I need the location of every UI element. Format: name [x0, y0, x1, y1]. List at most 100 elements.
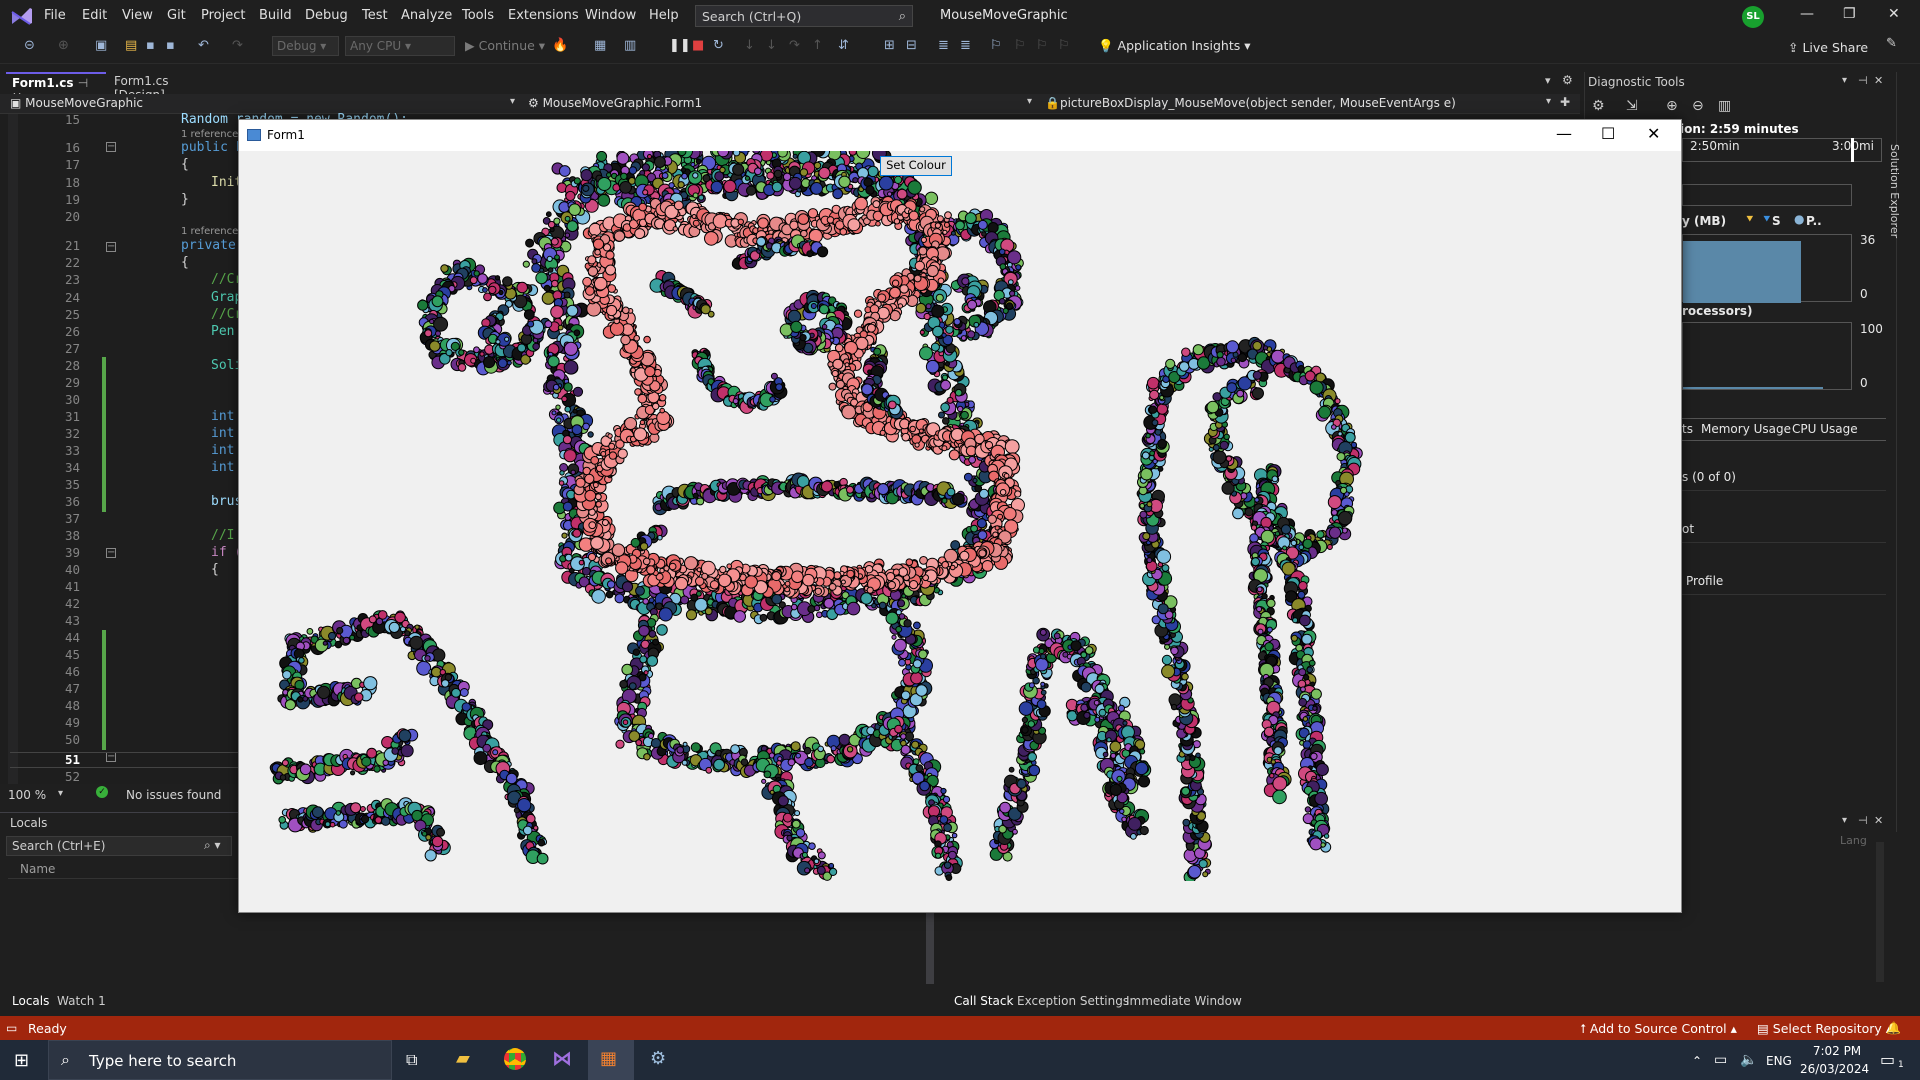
zoom-out-icon[interactable]: ⊖ [1692, 98, 1704, 114]
form1-minimize-icon[interactable]: — [1556, 124, 1572, 143]
minimize-icon[interactable]: — [1800, 6, 1814, 22]
locals-name-column-header[interactable]: Name [20, 862, 55, 876]
tab-exception-settings[interactable]: Exception Settings [1017, 994, 1129, 1008]
zoom-in-icon[interactable]: ⊕ [1666, 98, 1678, 114]
chevron-down-icon[interactable]: ▾ [510, 96, 515, 107]
codelens-reference[interactable]: 1 reference [181, 129, 238, 140]
tab-overflow-icon[interactable]: ▾ [1545, 74, 1551, 87]
chevron-down-icon[interactable]: ▾ [1842, 75, 1847, 86]
chevron-down-icon[interactable]: ▾ [1546, 96, 1551, 107]
menu-extensions[interactable]: Extensions [508, 8, 579, 23]
save-all-icon[interactable]: ▪ [166, 38, 175, 53]
outdent-icon[interactable]: ≣ [938, 38, 949, 53]
profile-button[interactable]: Profile [1686, 574, 1723, 588]
menu-window[interactable]: Window [585, 8, 636, 23]
collapse-icon[interactable]: − [106, 142, 116, 152]
tab-locals[interactable]: Locals [12, 994, 49, 1008]
undo-icon[interactable]: ↶ [198, 38, 209, 53]
cpu-chart[interactable] [1682, 322, 1852, 390]
stop-icon[interactable]: ■ [692, 38, 704, 53]
redo-icon[interactable]: ↷ [232, 38, 243, 53]
pin-icon[interactable]: ⊣ [1858, 814, 1868, 827]
configuration-dropdown[interactable]: Debug ▾ [272, 36, 339, 56]
tab-immediate-window[interactable]: Immediate Window [1126, 994, 1242, 1008]
zoom-level[interactable]: 100 % [8, 788, 46, 802]
pin-icon[interactable]: ⊣ [78, 76, 88, 90]
clear-bookmarks-icon[interactable]: ⚐ [1058, 38, 1070, 53]
menu-debug[interactable]: Debug [305, 8, 348, 23]
next-bookmark-icon[interactable]: ⚐ [1036, 38, 1048, 53]
avatar[interactable]: SL [1742, 6, 1764, 28]
bookmark-icon[interactable]: ⚐ [990, 38, 1002, 53]
settings-icon[interactable]: ⚙ [1592, 98, 1605, 114]
pin-icon[interactable]: ⊣ [1858, 74, 1868, 87]
tab-form1-cs[interactable]: Form1.cs ⊣ ✕ [6, 72, 106, 104]
scrollbar[interactable] [926, 912, 934, 984]
platform-dropdown[interactable]: Any CPU ▾ [345, 36, 455, 56]
pause-icon[interactable]: ❚❚ [669, 38, 691, 53]
restart-icon[interactable]: ↻ [713, 38, 724, 53]
issues-status[interactable]: No issues found [126, 788, 221, 802]
locals-search-input[interactable]: Search (Ctrl+E) [6, 836, 232, 856]
nav-project-dropdown[interactable]: ▣ MouseMoveGraphic [10, 96, 143, 110]
close-icon[interactable]: ✕ [1888, 6, 1900, 22]
step-out-icon[interactable]: ↑ [812, 38, 823, 53]
menu-tools[interactable]: Tools [462, 8, 494, 23]
timeline-cursor[interactable] [1851, 138, 1854, 162]
form1-close-icon[interactable]: ✕ [1647, 124, 1660, 143]
show-next-statement-icon[interactable]: ↓ [744, 38, 755, 53]
search-icon[interactable]: ⌕ ▾ [204, 838, 221, 853]
menu-build[interactable]: Build [259, 8, 292, 23]
prev-bookmark-icon[interactable]: ⚐ [1014, 38, 1026, 53]
tab-memory-usage[interactable]: Memory Usage [1701, 422, 1791, 436]
menu-edit[interactable]: Edit [82, 8, 107, 23]
form1-titlebar[interactable]: Form1 — ☐ ✕ [239, 120, 1681, 151]
step-into-icon[interactable]: ↓ [766, 38, 777, 53]
close-icon[interactable]: ✕ [1874, 74, 1883, 87]
tab-watch-1[interactable]: Watch 1 [57, 994, 106, 1008]
forward-icon[interactable]: ⊕ [58, 38, 69, 53]
form1-window[interactable]: Form1 — ☐ ✕ Set Colour [238, 119, 1682, 913]
form1-maximize-icon[interactable]: ☐ [1601, 124, 1615, 143]
tab-call-stack[interactable]: Call Stack [954, 994, 1013, 1008]
continue-button[interactable]: ▶ Continue ▾ [465, 38, 545, 53]
save-icon[interactable]: ▪ [146, 38, 155, 53]
tab-cpu-usage[interactable]: CPU Usage [1792, 422, 1858, 436]
chevron-down-icon[interactable]: ▾ [58, 788, 63, 799]
menu-test[interactable]: Test [362, 8, 388, 23]
menu-file[interactable]: File [44, 8, 66, 23]
drawing-canvas[interactable] [239, 151, 1681, 881]
live-share-button[interactable]: ⇪ Live Share [1788, 40, 1868, 55]
menu-help[interactable]: Help [649, 8, 679, 23]
nav-member-dropdown[interactable]: 🔒pictureBoxDisplay_MouseMove(object send… [1045, 96, 1456, 110]
hot-reload-icon[interactable]: 🔥 [552, 38, 568, 53]
menu-git[interactable]: Git [167, 8, 186, 23]
restore-icon[interactable]: ❐ [1843, 6, 1856, 22]
collapse-icon[interactable]: − [106, 242, 116, 252]
reset-view-icon[interactable]: ▥ [1718, 98, 1731, 114]
solution-explorer-tab[interactable]: Solution Explorer [1888, 72, 1920, 832]
tab-settings-icon[interactable]: ⚙ [1562, 73, 1573, 87]
stack-frame-icon[interactable]: ▥ [624, 38, 636, 53]
memory-chart[interactable] [1682, 234, 1852, 303]
codelens-reference[interactable]: 1 reference [181, 226, 238, 237]
browser-link-icon[interactable]: ▦ [594, 38, 606, 53]
new-project-icon[interactable]: ▣ [95, 38, 107, 53]
menu-project[interactable]: Project [201, 8, 245, 23]
tab-events[interactable]: ts [1682, 422, 1693, 436]
back-icon[interactable]: ⊝ [24, 38, 35, 53]
take-snapshot-button[interactable]: ot [1682, 522, 1694, 536]
split-editor-icon[interactable]: ✚ [1560, 95, 1570, 109]
chevron-down-icon[interactable]: ▾ [1842, 815, 1847, 826]
application-insights-button[interactable]: 💡 Application Insights ▾ [1098, 38, 1250, 54]
diagnostic-icon[interactable]: ⇵ [838, 38, 849, 53]
close-icon[interactable]: ✕ [1874, 814, 1883, 827]
open-folder-icon[interactable]: ▤ [125, 38, 137, 53]
toolbar-tool-icon[interactable]: ⊞ [884, 38, 895, 53]
global-search-input[interactable]: Search (Ctrl+Q) ⌕ [695, 5, 913, 27]
nav-class-dropdown[interactable]: ⚙ MouseMoveGraphic.Form1 [528, 96, 702, 110]
menu-analyze[interactable]: Analyze [401, 8, 452, 23]
menu-view[interactable]: View [122, 8, 153, 23]
select-tools-icon[interactable]: ⇲ [1626, 98, 1638, 114]
chevron-down-icon[interactable]: ▾ [1027, 96, 1032, 107]
